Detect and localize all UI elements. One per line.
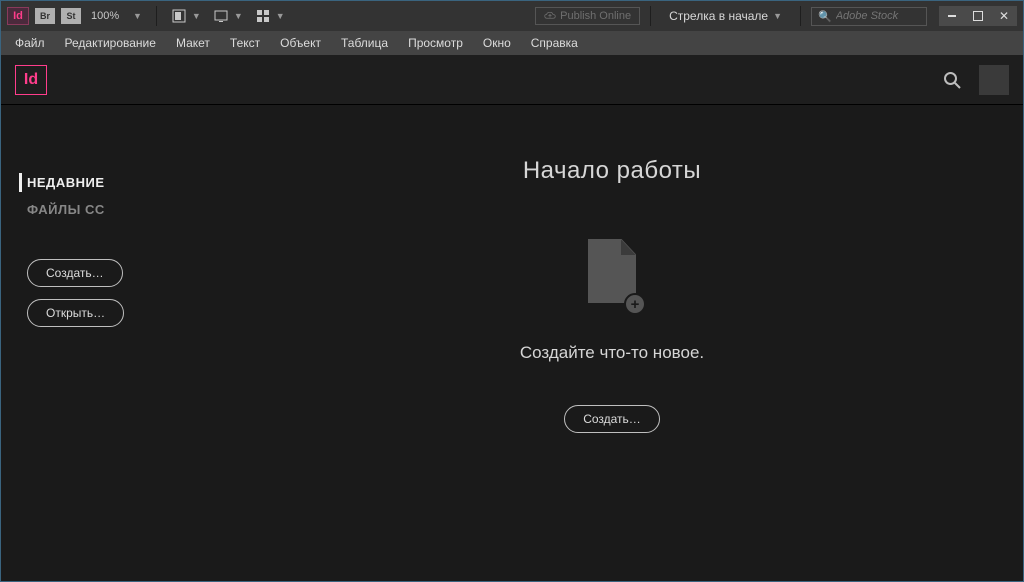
chevron-down-icon: ▼ [192,11,201,21]
welcome-main: НЕДАВНИЕ ФАЙЛЫ CC Создать… Открыть… Нача… [1,105,1023,581]
chevron-down-icon: ▼ [133,11,142,21]
new-document-illustration: + [580,239,644,319]
welcome-subtitle: Создайте что-то новое. [520,343,704,363]
arrange-dropdown[interactable]: ▼ [251,7,287,25]
open-button[interactable]: Открыть… [27,299,124,327]
page-view-icon [169,7,189,25]
chevron-down-icon: ▼ [773,11,782,21]
menu-bar: Файл Редактирование Макет Текст Объект Т… [1,31,1023,55]
menu-file[interactable]: Файл [11,33,49,53]
welcome-sidebar: НЕДАВНИЕ ФАЙЛЫ CC Создать… Открыть… [1,105,201,581]
separator [800,6,801,26]
search-button[interactable] [943,71,961,89]
stock-badge-icon[interactable]: St [61,8,81,24]
sidebar-item-cc-files[interactable]: ФАЙЛЫ CC [1,196,201,223]
maximize-button[interactable] [965,6,991,26]
window-controls: ✕ [939,6,1017,26]
close-button[interactable]: ✕ [991,6,1017,26]
app-badge-icon: Id [7,7,29,25]
create-button-center[interactable]: Создать… [564,405,660,433]
separator [650,6,651,26]
menu-object[interactable]: Объект [276,33,325,53]
bridge-badge-icon[interactable]: Br [35,8,55,24]
menu-layout[interactable]: Макет [172,33,214,53]
separator [156,6,157,26]
menu-window[interactable]: Окно [479,33,515,53]
minimize-button[interactable] [939,6,965,26]
adobe-stock-search[interactable]: 🔍 [811,7,927,26]
chevron-down-icon: ▼ [276,11,285,21]
sidebar-buttons: Создать… Открыть… [1,259,201,327]
publish-online-button[interactable]: Publish Online [535,7,640,25]
cloud-upload-icon [544,12,556,20]
menu-type[interactable]: Текст [226,33,264,53]
screen-mode-icon [211,7,231,25]
search-icon: 🔍 [818,10,832,23]
publish-label: Publish Online [560,10,631,22]
sidebar-item-recent[interactable]: НЕДАВНИЕ [1,169,201,196]
menu-table[interactable]: Таблица [337,33,392,53]
workspace-label: Стрелка в начале [669,9,768,23]
plus-badge-icon: + [624,293,646,315]
welcome-header: Id [1,55,1023,105]
welcome-center: Начало работы + Создайте что-то новое. С… [201,105,1023,581]
page-title: Начало работы [523,157,701,185]
zoom-value: 100% [91,10,129,22]
account-avatar[interactable] [979,65,1009,95]
grid-icon [253,7,273,25]
menu-view[interactable]: Просмотр [404,33,467,53]
workspace-dropdown[interactable]: Стрелка в начале ▼ [661,9,790,23]
app-window: Id Br St 100% ▼ ▼ ▼ [0,0,1024,582]
view-mode-dropdown[interactable]: ▼ [167,7,203,25]
top-toolbar: Id Br St 100% ▼ ▼ ▼ [1,1,1023,31]
chevron-down-icon: ▼ [234,11,243,21]
create-button[interactable]: Создать… [27,259,123,287]
zoom-dropdown[interactable]: 100% ▼ [87,10,146,22]
indesign-logo-icon: Id [15,65,47,95]
stock-search-input[interactable] [836,10,924,22]
menu-edit[interactable]: Редактирование [61,33,160,53]
screen-mode-dropdown[interactable]: ▼ [209,7,245,25]
menu-help[interactable]: Справка [527,33,582,53]
